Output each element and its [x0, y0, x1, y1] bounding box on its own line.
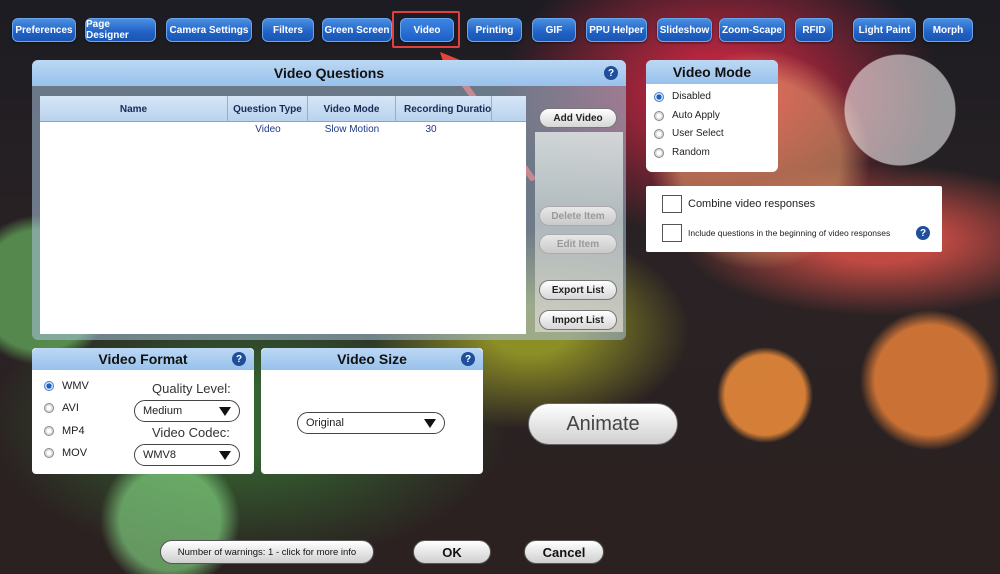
cell-video-mode: Slow Motion: [324, 124, 380, 135]
option-label: Auto Apply: [672, 110, 720, 121]
format-wmv-option[interactable]: WMV: [44, 380, 89, 392]
video-mode-header: Video Mode: [646, 60, 778, 84]
import-list-button[interactable]: Import List: [539, 310, 617, 330]
delete-item-button[interactable]: Delete Item: [539, 206, 617, 226]
nav-green-screen[interactable]: Green Screen: [322, 18, 392, 42]
video-size-value: Original: [306, 417, 344, 429]
option-label: Random: [672, 147, 710, 158]
chevron-down-icon: [424, 419, 436, 428]
help-icon[interactable]: ?: [461, 352, 475, 366]
column-video-mode[interactable]: Video Mode: [308, 96, 396, 122]
ok-button[interactable]: OK: [413, 540, 491, 564]
include-questions-label: Include questions in the beginning of vi…: [688, 228, 891, 238]
nav-page-designer[interactable]: Page Designer: [85, 18, 156, 42]
chevron-down-icon: [219, 451, 231, 460]
video-format-header: Video Format ?: [32, 348, 254, 370]
help-icon[interactable]: ?: [916, 226, 930, 240]
radio-button[interactable]: [654, 147, 664, 158]
add-video-button[interactable]: Add Video: [539, 108, 617, 128]
cancel-button[interactable]: Cancel: [524, 540, 604, 564]
quality-level-select[interactable]: Medium: [134, 400, 240, 422]
video-mode-title: Video Mode: [672, 64, 752, 80]
radio-button[interactable]: [44, 381, 54, 391]
quality-level-label: Quality Level:: [152, 381, 231, 396]
nav-filters[interactable]: Filters: [262, 18, 314, 42]
option-label: MOV: [62, 447, 88, 459]
option-label: MP4: [62, 425, 85, 437]
include-questions-checkbox[interactable]: [662, 224, 682, 242]
cell-duration: 30: [425, 124, 437, 135]
animate-button[interactable]: Animate: [528, 403, 678, 445]
cell-question-type: Video: [255, 124, 281, 135]
video-mode-panel: Video Mode Disabled Auto Apply User Sele…: [646, 60, 778, 172]
video-size-header: Video Size ?: [261, 348, 483, 370]
nav-slideshow[interactable]: Slideshow: [657, 18, 712, 42]
nav-gif[interactable]: GIF: [532, 18, 576, 42]
option-label: WMV: [62, 380, 89, 392]
nav-morph[interactable]: Morph: [923, 18, 973, 42]
nav-light-paint[interactable]: Light Paint: [853, 18, 916, 42]
video-questions-table: Name Question Type Video Mode Recording …: [40, 96, 526, 334]
edit-item-button[interactable]: Edit Item: [539, 234, 617, 254]
nav-preferences[interactable]: Preferences: [12, 18, 76, 42]
preview-image: [535, 132, 623, 332]
nav-printing[interactable]: Printing: [467, 18, 522, 42]
video-questions-header: Video Questions ?: [32, 60, 626, 86]
radio-button[interactable]: [44, 448, 54, 458]
option-label: Disabled: [672, 91, 711, 102]
help-icon[interactable]: ?: [232, 352, 246, 366]
nav-camera-settings[interactable]: Camera Settings: [166, 18, 252, 42]
mode-disabled-option[interactable]: Disabled: [654, 91, 711, 102]
radio-button[interactable]: [44, 426, 54, 436]
video-format-panel: Video Format ? WMV AVI MP4 MOV Quality L…: [32, 348, 254, 474]
video-questions-panel: Video Questions ? Name Question Type Vid…: [32, 60, 626, 340]
mode-user-select-option[interactable]: User Select: [654, 128, 724, 139]
radio-button[interactable]: [654, 110, 664, 121]
table-header: Name Question Type Video Mode Recording …: [40, 96, 526, 122]
video-size-title: Video Size: [337, 351, 407, 367]
video-codec-value: WMV8: [143, 449, 176, 461]
combine-checkbox[interactable]: [662, 195, 682, 213]
option-label: User Select: [672, 128, 724, 139]
mode-random-option[interactable]: Random: [654, 147, 710, 158]
format-avi-option[interactable]: AVI: [44, 402, 79, 414]
video-size-panel: Video Size ? Original: [261, 348, 483, 474]
mode-auto-apply-option[interactable]: Auto Apply: [654, 110, 720, 121]
export-list-button[interactable]: Export List: [539, 280, 617, 300]
video-codec-select[interactable]: WMV8: [134, 444, 240, 466]
format-mp4-option[interactable]: MP4: [44, 425, 85, 437]
video-size-select[interactable]: Original: [297, 412, 445, 434]
column-question-type[interactable]: Question Type: [228, 96, 308, 122]
nav-ppu-helper[interactable]: PPU Helper: [586, 18, 647, 42]
radio-button[interactable]: [44, 403, 54, 413]
video-questions-title: Video Questions: [273, 65, 385, 81]
chevron-down-icon: [219, 407, 231, 416]
option-label: AVI: [62, 402, 79, 414]
nav-zoom-scape[interactable]: Zoom-Scape: [719, 18, 785, 42]
radio-button[interactable]: [654, 128, 664, 139]
column-recording-duration[interactable]: Recording Duratio: [396, 96, 492, 122]
video-codec-label: Video Codec:: [152, 425, 230, 440]
format-mov-option[interactable]: MOV: [44, 447, 87, 459]
warnings-button[interactable]: Number of warnings: 1 - click for more i…: [160, 540, 374, 564]
combine-panel: Combine video responses Include question…: [646, 186, 942, 252]
column-name[interactable]: Name: [40, 96, 228, 122]
help-icon[interactable]: ?: [604, 66, 618, 80]
combine-label: Combine video responses: [688, 198, 816, 210]
nav-rfid[interactable]: RFID: [795, 18, 833, 42]
quality-level-value: Medium: [143, 405, 183, 417]
radio-button[interactable]: [654, 91, 664, 102]
video-format-title: Video Format: [98, 351, 188, 367]
